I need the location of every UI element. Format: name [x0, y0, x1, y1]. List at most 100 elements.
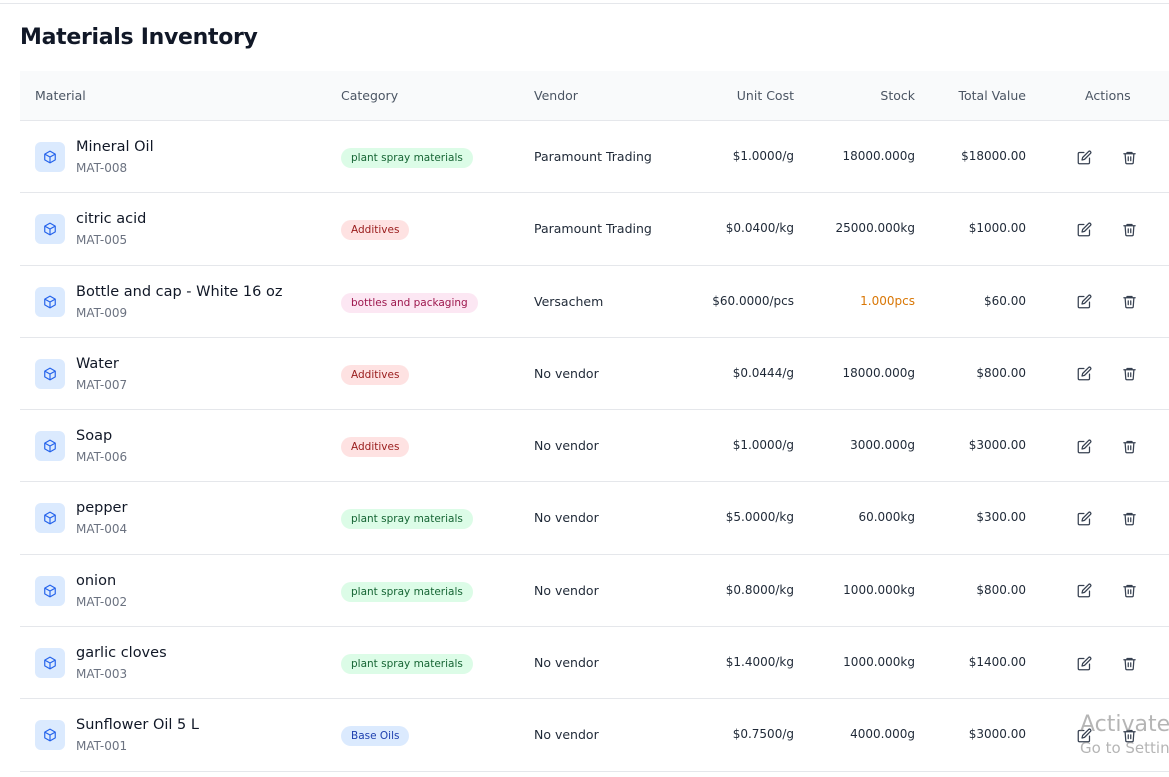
material-name: onion	[76, 572, 117, 589]
trash-icon[interactable]	[1120, 220, 1138, 238]
edit-icon[interactable]	[1075, 148, 1093, 166]
table-row[interactable]: Soap MAT-006 Additives No vendor $1.0000/g 30…	[20, 410, 1169, 483]
stock-quantity: 25000.000kg	[835, 221, 915, 236]
unit-cost: $5.0000/kg	[725, 510, 794, 525]
unit-cost: $0.7500/g	[732, 727, 794, 742]
material-code: MAT-007	[76, 377, 128, 392]
stock-quantity: 1.000pcs	[860, 293, 915, 308]
category-badge: Base Oils	[341, 726, 410, 747]
table-header: Material Category Vendor Unit Cost Stock…	[20, 71, 1169, 121]
material-code: MAT-005	[76, 233, 128, 248]
edit-icon[interactable]	[1075, 365, 1093, 383]
category-badge: plant spray materials	[341, 581, 473, 602]
total-value: $3000.00	[968, 727, 1026, 742]
table-row[interactable]: Water MAT-007 Additives No vendor $0.0444/g 1…	[20, 338, 1169, 411]
vendor-name: No vendor	[534, 365, 599, 381]
material-code: MAT-008	[76, 161, 128, 175]
cube-icon	[35, 286, 65, 317]
unit-cost: $1.0000/g	[732, 438, 794, 453]
category-badge: plant spray materials	[341, 509, 473, 530]
vendor-name: Paramount Trading	[534, 221, 652, 237]
trash-icon[interactable]	[1120, 437, 1138, 455]
material-name: Soap	[76, 428, 113, 445]
edit-icon[interactable]	[1075, 437, 1093, 455]
vendor-name: No vendor	[534, 438, 599, 454]
table-row[interactable]: Sunflower Oil 5 L MAT-001 Base Oils No vend…	[20, 699, 1169, 772]
unit-cost: $1.0000/g	[732, 149, 794, 163]
stock-quantity: 18000.000g	[842, 365, 915, 380]
category-badge: bottles and packaging	[341, 292, 478, 313]
vendor-name: Versachem	[534, 293, 604, 309]
edit-icon[interactable]	[1075, 582, 1093, 600]
unit-cost: $0.0444/g	[732, 365, 794, 380]
total-value: $60.00	[984, 293, 1026, 308]
cube-icon	[35, 503, 65, 534]
trash-icon[interactable]	[1120, 365, 1138, 383]
material-name: Sunflower Oil 5 L	[76, 717, 199, 734]
trash-icon[interactable]	[1120, 148, 1138, 166]
category-badge: Additives	[341, 364, 410, 385]
total-value: $1000.00	[968, 221, 1026, 236]
top-divider	[0, 3, 1169, 4]
material-name: pepper	[76, 500, 128, 517]
table-row[interactable]: citric acid MAT-005 Additives Paramount Tra…	[20, 193, 1169, 266]
table-row[interactable]: Bottle and cap - White 16 oz MAT-009 bottl…	[20, 266, 1169, 338]
trash-icon[interactable]	[1120, 582, 1138, 600]
category-badge: plant spray materials	[341, 654, 473, 675]
column-header-vendor[interactable]: Vendor	[534, 88, 578, 103]
column-header-total-value[interactable]: Total Value	[959, 88, 1027, 103]
material-code: MAT-003	[76, 667, 128, 682]
stock-quantity: 60.000kg	[858, 510, 915, 525]
cube-icon	[35, 431, 65, 462]
column-header-actions: Actions	[1085, 88, 1131, 103]
material-name: garlic cloves	[76, 645, 167, 662]
edit-icon[interactable]	[1075, 220, 1093, 238]
stock-quantity: 1000.000kg	[843, 582, 915, 597]
cube-icon	[35, 720, 65, 751]
material-name: Water	[76, 355, 119, 372]
cube-icon	[35, 358, 65, 389]
material-name: Bottle and cap - White 16 oz	[76, 283, 283, 300]
page-title: Materials Inventory	[20, 25, 258, 50]
stock-quantity: 18000.000g	[842, 149, 915, 163]
category-badge: Additives	[341, 220, 410, 241]
watermark-line-2: Go to Settings	[1080, 739, 1169, 757]
stock-quantity: 1000.000kg	[843, 655, 915, 670]
material-code: MAT-004	[76, 522, 128, 537]
trash-icon[interactable]	[1120, 654, 1138, 672]
watermark-line-1: Activate	[1080, 712, 1169, 737]
material-code: MAT-001	[76, 739, 128, 754]
table-row[interactable]: Mineral Oil MAT-008 plant spray materials P…	[20, 121, 1169, 194]
material-name: citric acid	[76, 211, 147, 228]
table-row[interactable]: onion MAT-002 plant spray materials No vend…	[20, 555, 1169, 628]
material-code: MAT-009	[76, 305, 128, 320]
vendor-name: Paramount Trading	[534, 149, 652, 164]
vendor-name: No vendor	[534, 655, 599, 671]
unit-cost: $60.0000/pcs	[712, 293, 794, 308]
stock-quantity: 4000.000g	[850, 727, 915, 742]
edit-icon[interactable]	[1075, 509, 1093, 527]
table-row[interactable]: garlic cloves MAT-003 plant spray material…	[20, 627, 1169, 700]
total-value: $800.00	[976, 582, 1026, 597]
category-badge: plant spray materials	[341, 148, 473, 168]
unit-cost: $0.0400/kg	[725, 221, 794, 236]
edit-icon[interactable]	[1075, 654, 1093, 672]
total-value: $3000.00	[968, 438, 1026, 453]
material-code: MAT-002	[76, 594, 128, 609]
trash-icon[interactable]	[1120, 509, 1138, 527]
table-row[interactable]: pepper MAT-004 plant spray materials No ven…	[20, 482, 1169, 555]
column-header-stock[interactable]: Stock	[880, 88, 915, 103]
total-value: $18000.00	[961, 149, 1026, 163]
cube-icon	[35, 214, 65, 245]
edit-icon[interactable]	[1075, 293, 1093, 311]
unit-cost: $0.8000/kg	[725, 582, 794, 597]
column-header-category[interactable]: Category	[341, 88, 398, 103]
unit-cost: $1.4000/kg	[725, 655, 794, 670]
column-header-material[interactable]: Material	[35, 88, 86, 103]
trash-icon[interactable]	[1120, 293, 1138, 311]
material-code: MAT-006	[76, 450, 128, 465]
category-badge: Additives	[341, 437, 410, 458]
column-header-unit-cost[interactable]: Unit Cost	[737, 88, 794, 103]
material-name: Mineral Oil	[76, 139, 154, 155]
total-value: $800.00	[976, 365, 1026, 380]
